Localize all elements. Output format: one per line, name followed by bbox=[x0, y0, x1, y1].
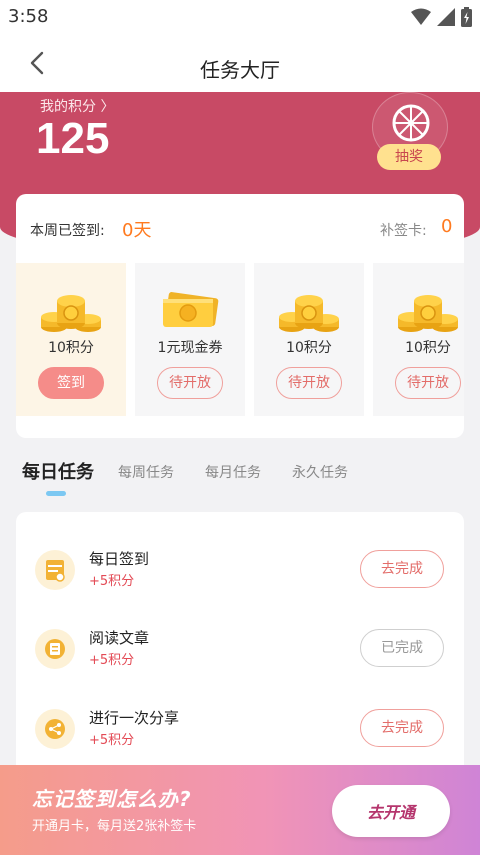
day-reward: 10积分 bbox=[405, 340, 451, 356]
coin-stack-icon bbox=[279, 295, 339, 332]
go-complete-button[interactable]: 去完成 bbox=[360, 709, 444, 747]
signin-card: 本周已签到: 0天 补签卡: 0 10积分 签到 1元现金券 待开放 10积分 … bbox=[16, 194, 464, 438]
pending-button[interactable]: 待开放 bbox=[157, 367, 223, 399]
week-signed-label: 本周已签到: bbox=[30, 223, 105, 239]
day-reward: 1元现金券 bbox=[157, 340, 223, 356]
status-icons bbox=[411, 7, 472, 27]
makeup-card-label: 补签卡: bbox=[380, 223, 427, 239]
status-time: 3:58 bbox=[8, 6, 49, 27]
tab-indicator bbox=[46, 491, 66, 496]
points-label-link[interactable]: 我的积分 〉 bbox=[40, 96, 114, 116]
task-points: +5积分 bbox=[89, 574, 135, 589]
points-value: 125 bbox=[36, 114, 110, 163]
list-item: 阅读文章 +5积分 已完成 bbox=[16, 619, 464, 679]
promo-title: 忘记签到怎么办? bbox=[32, 787, 192, 811]
day-reward: 10积分 bbox=[286, 340, 332, 356]
task-list: 每日签到 +5积分 去完成 阅读文章 +5积分 已完成 进行一次分享 +5积分 … bbox=[16, 512, 464, 772]
cash-coupon-icon bbox=[163, 292, 219, 327]
tab-permanent[interactable]: 永久任务 bbox=[292, 462, 348, 482]
status-bar: 3:58 bbox=[0, 0, 480, 34]
tab-weekly[interactable]: 每周任务 bbox=[118, 462, 174, 482]
week-signed-value: 0天 bbox=[122, 220, 152, 241]
completed-button[interactable]: 已完成 bbox=[360, 629, 444, 667]
tab-monthly[interactable]: 每月任务 bbox=[205, 462, 261, 482]
signin-day-tile: 10积分 待开放 bbox=[254, 263, 364, 416]
promo-subtitle: 开通月卡，每月送2张补签卡 bbox=[32, 819, 197, 834]
task-title: 每日签到 bbox=[89, 550, 150, 568]
task-tabs: 每日任务 每周任务 每月任务 永久任务 bbox=[0, 454, 480, 500]
signin-button[interactable]: 签到 bbox=[38, 367, 104, 399]
signin-summary: 本周已签到: 0天 补签卡: 0 bbox=[16, 216, 464, 241]
signin-day-track: 10积分 签到 1元现金券 待开放 10积分 待开放 10积分 待开放 bbox=[16, 263, 464, 416]
nav-bar: 任务大厅 bbox=[0, 34, 480, 92]
list-item: 每日签到 +5积分 去完成 bbox=[16, 540, 464, 600]
list-item: 进行一次分享 +5积分 去完成 bbox=[16, 699, 464, 759]
tab-daily[interactable]: 每日任务 bbox=[22, 458, 94, 484]
pending-button[interactable]: 待开放 bbox=[395, 367, 461, 399]
share-icon bbox=[35, 709, 75, 749]
signin-day-tile: 10积分 签到 bbox=[16, 263, 126, 416]
article-icon bbox=[35, 629, 75, 669]
lottery-button[interactable]: 抽奖 bbox=[372, 92, 448, 172]
makeup-card-value: 0 bbox=[441, 216, 453, 237]
page-title: 任务大厅 bbox=[200, 58, 280, 82]
task-points: +5积分 bbox=[89, 733, 135, 748]
signin-day-tile: 1元现金券 待开放 bbox=[135, 263, 245, 416]
battery-icon bbox=[461, 7, 472, 27]
signin-day-tile: 10积分 待开放 bbox=[373, 263, 464, 416]
day-reward: 10积分 bbox=[48, 340, 94, 356]
open-monthly-card-button[interactable]: 去开通 bbox=[332, 785, 450, 837]
task-points: +5积分 bbox=[89, 653, 135, 668]
lottery-label: 抽奖 bbox=[377, 144, 441, 170]
wifi-icon bbox=[411, 8, 431, 25]
signal-icon bbox=[437, 8, 455, 26]
pending-button[interactable]: 待开放 bbox=[276, 367, 342, 399]
task-title: 进行一次分享 bbox=[89, 709, 180, 727]
task-title: 阅读文章 bbox=[89, 629, 150, 647]
coin-stack-icon bbox=[41, 295, 101, 332]
calendar-icon bbox=[35, 550, 75, 590]
go-complete-button[interactable]: 去完成 bbox=[360, 550, 444, 588]
promo-banner[interactable]: 忘记签到怎么办? 开通月卡，每月送2张补签卡 去开通 bbox=[0, 765, 480, 855]
promo-button-label: 去开通 bbox=[366, 803, 415, 822]
coin-stack-icon bbox=[398, 295, 458, 332]
